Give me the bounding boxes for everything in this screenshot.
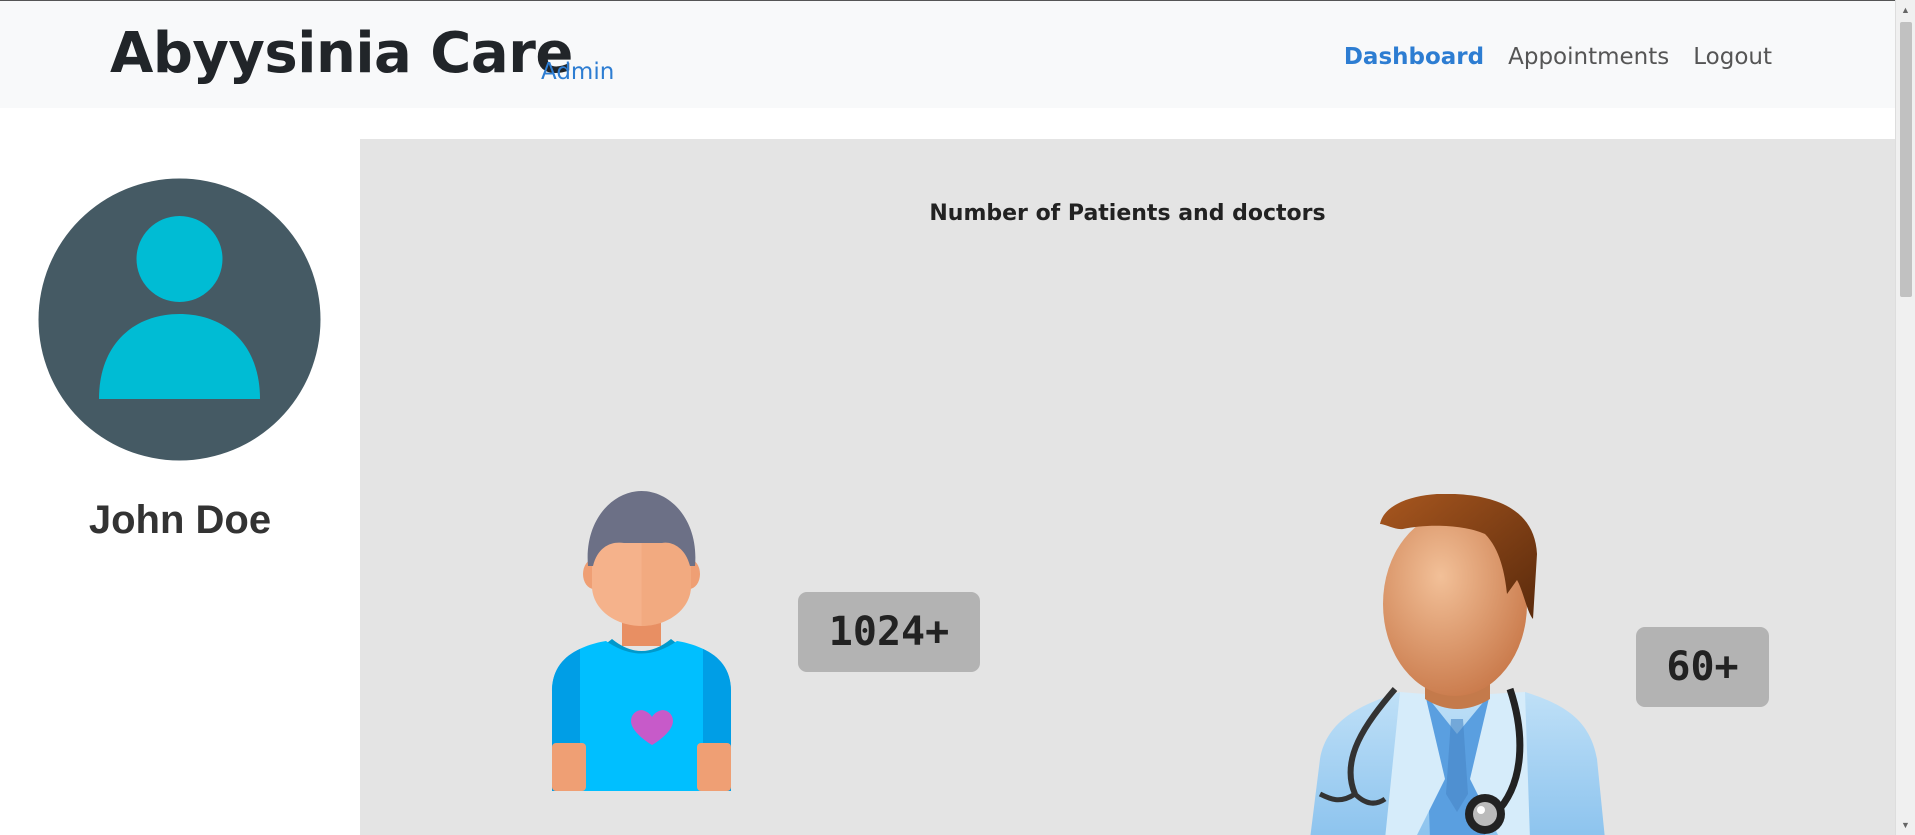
- top-navbar: Abyysinia Care Admin Dashboard Appointme…: [0, 0, 1895, 108]
- scrollbar-thumb[interactable]: [1900, 22, 1912, 297]
- nav-logout-link[interactable]: Logout: [1693, 42, 1772, 72]
- profile-sidebar: John Doe: [0, 138, 360, 835]
- stats-panel: Number of Patients and doctors 1024+ 60+: [360, 139, 1895, 835]
- patient-icon: [552, 491, 731, 791]
- nav-links: Dashboard Appointments Logout: [1344, 42, 1772, 72]
- user-name: John Doe: [88, 498, 272, 542]
- page: Abyysinia Care Admin Dashboard Appointme…: [0, 0, 1915, 835]
- section-title: Number of Patients and doctors: [929, 201, 1326, 226]
- doctors-count-badge: 60+: [1636, 627, 1769, 707]
- nav-dashboard-link[interactable]: Dashboard: [1344, 42, 1484, 72]
- patients-count-badge: 1024+: [798, 592, 980, 672]
- nav-appointments-link[interactable]: Appointments: [1508, 42, 1669, 72]
- doctor-icon: [1310, 494, 1605, 835]
- role-admin-link[interactable]: Admin: [541, 58, 614, 86]
- vertical-scrollbar[interactable]: ▲ ▼: [1895, 0, 1915, 835]
- scroll-up-arrow-icon[interactable]: ▲: [1896, 0, 1915, 20]
- user-avatar-icon: [38, 178, 321, 461]
- brand-title[interactable]: Abyysinia Care: [110, 19, 573, 89]
- scroll-down-arrow-icon[interactable]: ▼: [1896, 815, 1915, 835]
